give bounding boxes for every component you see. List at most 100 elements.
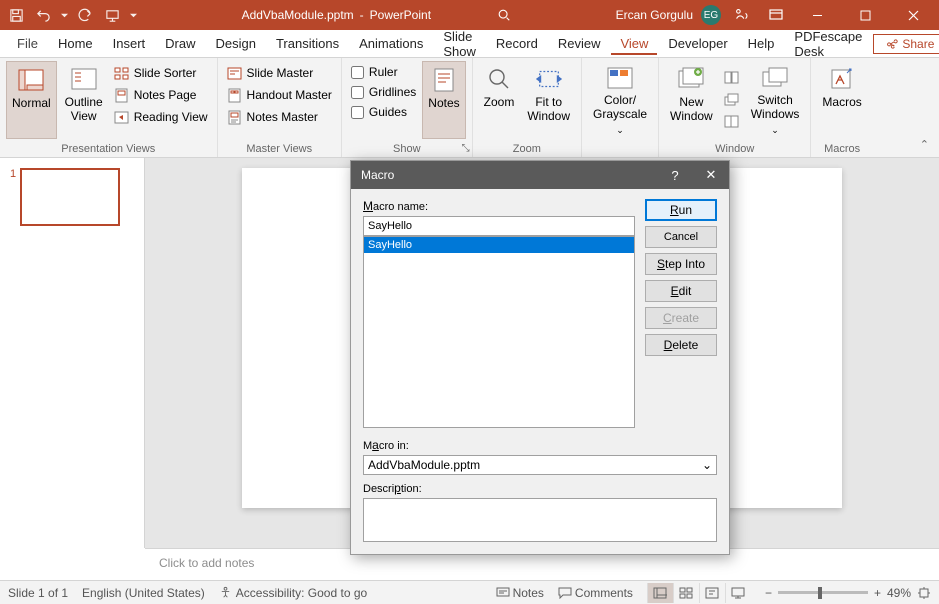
show-launcher-icon[interactable]: ⤡ [462, 143, 470, 154]
qat-more-icon[interactable] [129, 5, 137, 25]
user-name[interactable]: Ercan Gorgulu [616, 8, 693, 22]
slide-sorter-button[interactable]: Slide Sorter [111, 63, 211, 83]
step-into-button[interactable]: Step Into [645, 253, 717, 275]
slideshow-status-icon[interactable] [725, 583, 751, 603]
save-icon[interactable] [6, 5, 26, 25]
tab-insert[interactable]: Insert [104, 32, 155, 55]
tab-view[interactable]: View [611, 32, 657, 55]
guides-checkbox[interactable]: Guides [348, 103, 419, 121]
reading-view-icon [114, 109, 130, 125]
zoom-controls: − + 49% [765, 586, 931, 600]
zoom-slider[interactable] [778, 591, 868, 594]
sorter-view-status-icon[interactable] [673, 583, 699, 603]
window-title: AddVbaModule.pptm - PowerPoint [137, 8, 616, 22]
cascade-button[interactable] [721, 89, 743, 109]
tab-record[interactable]: Record [487, 32, 547, 55]
zoom-button[interactable]: Zoom [479, 61, 520, 139]
cascade-icon [724, 91, 740, 107]
macro-name-input[interactable] [363, 216, 635, 236]
tab-slideshow[interactable]: Slide Show [434, 25, 485, 63]
mic-icon[interactable] [729, 0, 755, 30]
notes-icon [430, 66, 458, 94]
arrange-all-button[interactable] [721, 67, 743, 87]
edit-button[interactable]: Edit [645, 280, 717, 302]
tab-developer[interactable]: Developer [659, 32, 736, 55]
collapse-ribbon-icon[interactable]: ⌃ [920, 138, 929, 151]
undo-dropdown-icon[interactable] [60, 5, 68, 25]
handout-master-icon [227, 87, 243, 103]
gridlines-checkbox[interactable]: Gridlines [348, 83, 419, 101]
zoom-icon [485, 65, 513, 93]
reading-view-button[interactable]: Reading View [111, 107, 211, 127]
macro-list-item[interactable]: SayHello [364, 237, 634, 253]
redo-icon[interactable] [75, 5, 95, 25]
accessibility-status[interactable]: Accessibility: Good to go [219, 586, 367, 600]
move-split-icon [724, 113, 740, 129]
color-grayscale-button[interactable]: Color/ Grayscale⌄ [588, 61, 652, 139]
description-textarea[interactable] [363, 498, 717, 542]
dialog-close-button[interactable]: ✕ [693, 161, 729, 189]
macro-list[interactable]: SayHello [363, 236, 635, 428]
slide-thumbnails-panel: 1 [0, 158, 145, 548]
group-master-views: Slide Master Handout Master Notes Master… [218, 58, 342, 157]
delete-button[interactable]: Delete [645, 334, 717, 356]
handout-master-button[interactable]: Handout Master [224, 85, 335, 105]
group-zoom: Zoom Fit to Window Zoom [473, 58, 582, 157]
group-color: Color/ Grayscale⌄ [582, 58, 659, 157]
share-button[interactable]: Share [873, 34, 939, 54]
description-label: Description: [363, 481, 717, 495]
cancel-button[interactable]: Cancel [645, 226, 717, 248]
close-button[interactable] [893, 0, 933, 30]
language[interactable]: English (United States) [82, 586, 205, 600]
normal-view-button[interactable]: Normal [6, 61, 57, 139]
slide-count[interactable]: Slide 1 of 1 [8, 586, 68, 600]
notes-button[interactable]: Notes [422, 61, 465, 139]
zoom-percent[interactable]: 49% [887, 586, 911, 600]
present-icon[interactable] [102, 5, 122, 25]
new-window-icon [677, 65, 705, 93]
create-button: Create [645, 307, 717, 329]
run-button[interactable]: Run [645, 199, 717, 221]
comments-toggle[interactable]: Comments [558, 586, 633, 600]
title-right: Ercan Gorgulu EG [616, 0, 933, 30]
tab-draw[interactable]: Draw [156, 32, 204, 55]
tab-transitions[interactable]: Transitions [267, 32, 348, 55]
notes-page-button[interactable]: Notes Page [111, 85, 211, 105]
thumbnail-1[interactable]: 1 [10, 168, 134, 226]
tab-home[interactable]: Home [49, 32, 102, 55]
macro-in-select[interactable]: AddVbaModule.pptm⌄ [363, 455, 717, 475]
slide-master-icon [227, 65, 243, 81]
tab-file[interactable]: File [8, 32, 47, 55]
outline-view-button[interactable]: Outline View [60, 61, 108, 139]
move-split-button[interactable] [721, 111, 743, 131]
notes-page-icon [114, 87, 130, 103]
zoom-in-button[interactable]: + [874, 586, 881, 600]
fit-to-window-status-icon[interactable] [917, 587, 931, 599]
app-name: PowerPoint [370, 8, 431, 22]
macros-button[interactable]: Macros [817, 61, 866, 139]
ribbon-tabs: File Home Insert Draw Design Transitions… [0, 30, 939, 58]
undo-icon[interactable] [33, 5, 53, 25]
search-icon[interactable] [497, 8, 511, 22]
notes-master-button[interactable]: Notes Master [224, 107, 335, 127]
notes-toggle[interactable]: Notes [496, 586, 544, 600]
dialog-help-button[interactable]: ? [657, 161, 693, 189]
filename: AddVbaModule.pptm [242, 8, 354, 22]
ruler-checkbox[interactable]: Ruler [348, 63, 419, 81]
fit-window-button[interactable]: Fit to Window [522, 61, 575, 139]
tab-animations[interactable]: Animations [350, 32, 432, 55]
reading-view-status-icon[interactable] [699, 583, 725, 603]
macros-icon [828, 65, 856, 93]
switch-windows-button[interactable]: Switch Windows⌄ [746, 61, 805, 139]
quick-access-toolbar [6, 5, 137, 25]
tab-help[interactable]: Help [739, 32, 784, 55]
zoom-out-button[interactable]: − [765, 586, 772, 600]
slide-master-button[interactable]: Slide Master [224, 63, 335, 83]
user-avatar[interactable]: EG [701, 5, 721, 25]
tab-review[interactable]: Review [549, 32, 610, 55]
tab-design[interactable]: Design [207, 32, 265, 55]
normal-view-status-icon[interactable] [647, 583, 673, 603]
new-window-button[interactable]: New Window [665, 61, 718, 139]
dialog-title-bar[interactable]: Macro ? ✕ [351, 161, 729, 189]
tab-pdfescape[interactable]: PDFescape Desk [785, 25, 871, 63]
